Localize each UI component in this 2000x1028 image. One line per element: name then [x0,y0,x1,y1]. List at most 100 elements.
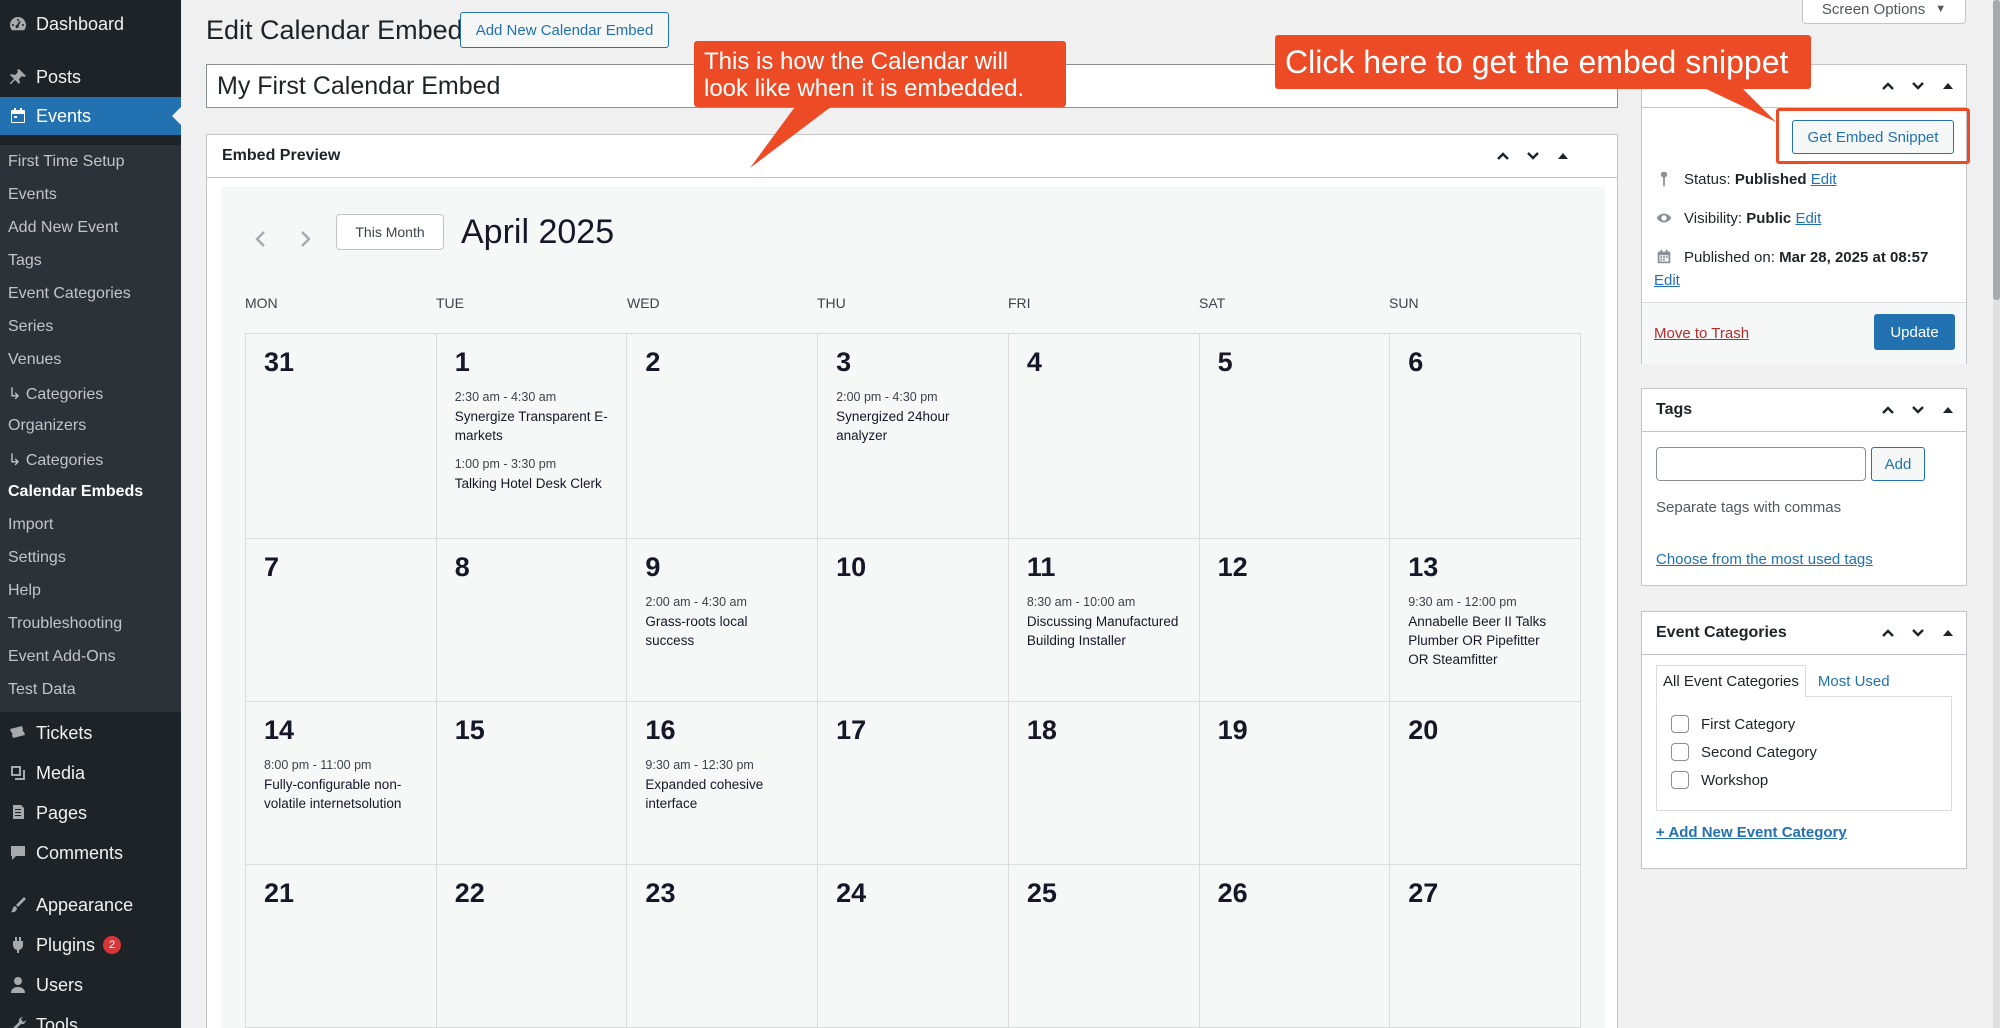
submenu-series[interactable]: Series [8,318,53,336]
category-checkbox[interactable] [1671,715,1689,733]
collapse-toggle-icon[interactable] [1938,400,1958,420]
day-number: 27 [1408,878,1439,908]
event-title[interactable]: Discussing Manufactured Building Install… [1027,612,1181,650]
day-number: 26 [1217,878,1248,908]
collapse-toggle-icon[interactable] [1938,76,1958,96]
this-month-button[interactable]: This Month [336,214,444,250]
menu-tools[interactable]: Tools [0,1006,181,1028]
calendar-event[interactable]: 9:30 am - 12:00 pm Annabelle Beer II Talk… [1408,595,1562,669]
event-time: 2:30 am - 4:30 am [454,390,557,404]
calendar-day-cell: 16 9:30 am - 12:30 pm Expanded cohesive in… [627,702,819,865]
submenu-import[interactable]: Import [8,516,53,534]
add-tag-button[interactable]: Add [1871,447,1925,481]
menu-posts[interactable]: Posts [0,58,181,96]
publish-box: Get Embed Snippet Status: Published Edit… [1641,64,1967,364]
menu-users[interactable]: Users [0,966,181,1004]
move-down-icon[interactable] [1908,400,1928,420]
menu-plugins[interactable]: Plugins 2 [0,926,181,964]
menu-appearance[interactable]: Appearance [0,886,181,924]
event-title[interactable]: Grass-roots local success [645,612,799,650]
embed-preview-title: Embed Preview [222,147,341,164]
calendar-event[interactable]: 2:00 am - 4:30 am Grass-roots local succe… [645,595,799,650]
published-on-value: Mar 28, 2025 at 08:57 [1779,248,1929,266]
move-to-trash-link[interactable]: Move to Trash [1654,325,1749,342]
move-down-icon[interactable] [1908,76,1928,96]
menu-media[interactable]: Media [0,754,181,792]
scrollbar-thumb[interactable] [1993,0,2000,300]
day-number: 1 [454,347,470,377]
category-checkbox[interactable] [1671,743,1689,761]
move-down-icon[interactable] [1523,146,1543,166]
day-number: 23 [645,878,676,908]
day-number: 9 [645,552,661,582]
submenu-settings[interactable]: Settings [8,549,66,567]
day-number: 15 [454,715,485,745]
calendar-day-cell: 22 [436,865,628,1028]
calendar-event[interactable]: 2:00 pm - 4:30 pm Synergized 24hour analy… [836,390,990,445]
move-down-icon[interactable] [1908,623,1928,643]
day-number: 14 [264,715,295,745]
previous-month-icon[interactable] [251,229,271,249]
submenu-organizer-categories[interactable]: ↳ Categories [8,450,103,470]
event-time: 9:30 am - 12:30 pm [645,758,754,772]
submenu-event-add-ons[interactable]: Event Add-Ons [8,648,116,666]
tab-most-used[interactable]: Most Used [1812,665,1896,697]
move-up-icon[interactable] [1878,623,1898,643]
submenu-event-categories[interactable]: Event Categories [8,285,131,303]
collapse-toggle-icon[interactable] [1938,623,1958,643]
get-embed-snippet-button[interactable]: Get Embed Snippet [1792,120,1954,154]
day-number: 16 [645,715,676,745]
event-title[interactable]: Fully-configurable non-volatile internet… [264,775,418,813]
move-up-icon[interactable] [1878,400,1898,420]
calendar-day-cell: 15 [436,702,628,865]
submenu-organizers[interactable]: Organizers [8,417,86,435]
event-title[interactable]: Expanded cohesive interface [645,775,799,813]
move-up-icon[interactable] [1878,76,1898,96]
tab-all-event-categories[interactable]: All Event Categories [1656,665,1806,697]
event-title[interactable]: Synergized 24hour analyzer [836,407,990,445]
calendar-event[interactable]: 9:30 am - 12:30 pm Expanded cohesive inte… [645,758,799,813]
submenu-add-new-event[interactable]: Add New Event [8,219,118,237]
tags-input[interactable] [1656,447,1866,481]
add-new-calendar-embed-button[interactable]: Add New Calendar Embed [460,12,669,48]
calendar-event[interactable]: 8:30 am - 10:00 am Discussing Manufacture… [1027,595,1181,650]
menu-tickets[interactable]: Tickets [0,714,181,752]
submenu-venues[interactable]: Venues [8,351,61,369]
submenu-help[interactable]: Help [8,582,41,600]
submenu-events[interactable]: Events [8,186,57,204]
menu-comments[interactable]: Comments [0,834,181,872]
event-title[interactable]: Talking Hotel Desk Clerk [455,474,609,493]
calendar-day-cell: 13 9:30 am - 12:00 pm Annabelle Beer II Ta… [1390,539,1581,702]
choose-most-used-tags-link[interactable]: Choose from the most used tags [1656,551,1873,568]
menu-pages[interactable]: Pages [0,794,181,832]
move-up-icon[interactable] [1493,146,1513,166]
calendar-event[interactable]: 1:00 pm - 3:30 pm Talking Hotel Desk Cler… [455,457,609,493]
next-month-icon[interactable] [295,229,315,249]
page-scrollbar[interactable] [1993,0,2000,1028]
calendar-day-cell: 17 [818,702,1009,865]
calendar-event[interactable]: 2:30 am - 4:30 am Synergize Transparent E… [455,390,609,445]
event-title[interactable]: Annabelle Beer II Talks Plumber OR Pipef… [1408,612,1562,669]
submenu-tags[interactable]: Tags [8,252,42,270]
media-icon [0,754,36,792]
submenu-test-data[interactable]: Test Data [8,681,76,699]
calendar-event[interactable]: 8:00 pm - 11:00 pm Fully-configurable non… [264,758,418,813]
page-title: Edit Calendar Embed [206,15,463,45]
collapse-toggle-icon[interactable] [1553,146,1573,166]
menu-events[interactable]: Events [0,97,181,135]
submenu-venue-categories[interactable]: ↳ Categories [8,384,103,404]
event-title[interactable]: Synergize Transparent E-markets [455,407,609,445]
category-checkbox[interactable] [1671,771,1689,789]
screen-options-button[interactable]: Screen Options ▼ [1802,0,1966,24]
submenu-first-time-setup[interactable]: First Time Setup [8,153,124,171]
day-number: 12 [1217,552,1248,582]
submenu-calendar-embeds[interactable]: Calendar Embeds [8,483,143,501]
add-new-event-category-link[interactable]: + Add New Event Category [1656,824,1847,841]
edit-visibility-link[interactable]: Edit [1795,210,1821,227]
weekday-label: THU [817,295,846,311]
update-button[interactable]: Update [1874,314,1955,350]
submenu-troubleshooting[interactable]: Troubleshooting [8,615,122,633]
edit-status-link[interactable]: Edit [1811,171,1837,188]
edit-date-link[interactable]: Edit [1654,272,1680,289]
menu-dashboard[interactable]: Dashboard [0,5,181,43]
